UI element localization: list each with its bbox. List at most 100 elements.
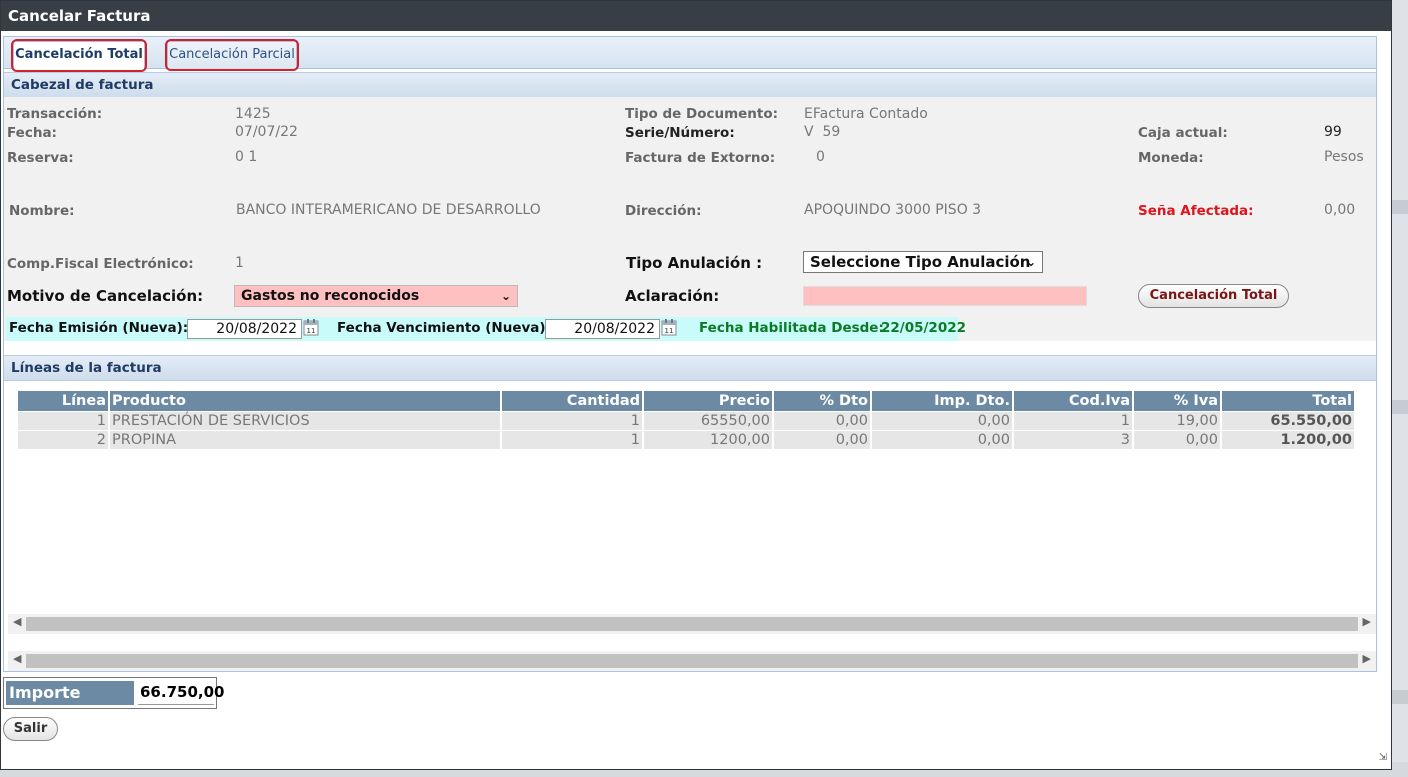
direccion-value: APOQUINDO 3000 PISO 3 <box>804 202 982 218</box>
motivo-label: Motivo de Cancelación: <box>7 287 204 305</box>
fecha-value: 07/07/22 <box>235 124 298 140</box>
sena-afectada-value: 0,00 <box>1324 202 1356 218</box>
comp-fiscal-value: 1 <box>235 255 244 271</box>
column-header-cod-iva[interactable]: Cod.Iva <box>1014 391 1132 411</box>
tipo-documento-value: EFactura Contado <box>804 106 928 122</box>
nombre-label: Nombre: <box>9 203 75 219</box>
tab-bar: Cancelación Total Cancelación Parcial <box>4 37 1376 72</box>
importe-total-value: 66.750,00 <box>138 681 224 705</box>
moneda-label: Moneda: <box>1138 150 1204 166</box>
column-header-imp-dto[interactable]: Imp. Dto. <box>872 391 1012 411</box>
reserva-value: 0 1 <box>235 149 258 165</box>
table-header-row: Línea Producto Cantidad Precio % Dto Imp… <box>18 391 1354 411</box>
reserva-label: Reserva: <box>7 150 74 166</box>
column-header-precio[interactable]: Precio <box>644 391 772 411</box>
invoice-lines-grid: Línea Producto Cantidad Precio % Dto Imp… <box>4 383 1376 643</box>
moneda-value: Pesos <box>1324 149 1364 165</box>
chevron-down-icon: ⌄ <box>500 289 511 303</box>
scroll-right-icon[interactable]: ▶ <box>1363 615 1371 628</box>
transaccion-value: 1425 <box>235 106 271 122</box>
cell-producto: PRESTACIÓN DE SERVICIOS <box>110 411 500 430</box>
column-header-cantidad[interactable]: Cantidad <box>502 391 642 411</box>
tipo-anulacion-label: Tipo Anulación : <box>626 254 763 272</box>
svg-text:11: 11 <box>665 327 674 335</box>
serie-numero-label: Serie/Número: <box>625 125 735 141</box>
grid-horizontal-scrollbar[interactable]: ◀ ▶ <box>8 614 1376 634</box>
column-header-iva[interactable]: % Iva <box>1134 391 1220 411</box>
table-row[interactable]: 1 PRESTACIÓN DE SERVICIOS 1 65550,00 0,0… <box>18 411 1354 430</box>
scrollbar-thumb[interactable] <box>26 617 1358 631</box>
calendar-icon[interactable]: 11 <box>661 318 677 336</box>
cell-total: 65.550,00 <box>1222 411 1354 430</box>
salir-button[interactable]: Salir <box>3 717 58 741</box>
scroll-left-icon[interactable]: ◀ <box>13 615 21 628</box>
invoice-lines-table: Línea Producto Cantidad Precio % Dto Imp… <box>16 391 1356 449</box>
tab-cancelacion-total[interactable]: Cancelación Total <box>11 39 147 72</box>
aclaracion-input[interactable] <box>803 286 1087 306</box>
dialog-content-frame: Cancelación Total Cancelación Parcial Ca… <box>3 36 1377 672</box>
table-row[interactable]: 2 PROPINA 1 1200,00 0,00 0,00 3 0,00 1.2… <box>18 430 1354 449</box>
cell-cod-iva: 3 <box>1014 430 1132 449</box>
cell-imp-dto: 0,00 <box>872 430 1012 449</box>
sena-afectada-label: Seña Afectada: <box>1138 203 1254 219</box>
section-header-cabezal: Cabezal de factura <box>4 72 1376 98</box>
background-window-edge <box>1392 0 1408 777</box>
importe-total-label: Importe Total: <box>6 681 134 726</box>
tipo-documento-label: Tipo de Documento: <box>625 106 779 122</box>
cell-producto: PROPINA <box>110 430 500 449</box>
scrollbar-thumb[interactable] <box>26 654 1358 668</box>
cell-iva: 0,00 <box>1134 430 1220 449</box>
chevron-down-icon: ⌄ <box>1025 255 1036 269</box>
column-header-linea[interactable]: Línea <box>18 391 108 411</box>
svg-text:11: 11 <box>307 327 316 335</box>
fecha-emision-label: Fecha Emisión (Nueva): <box>9 320 189 336</box>
highlight-annotation <box>11 39 147 72</box>
resize-grip-icon[interactable]: ⇲ <box>1379 752 1387 763</box>
cell-linea: 2 <box>18 430 108 449</box>
section-header-lineas: Líneas de la factura <box>4 355 1376 381</box>
factura-extorno-label: Factura de Extorno: <box>625 150 776 166</box>
aclaracion-label: Aclaración: <box>625 287 720 305</box>
fecha-vencimiento-label: Fecha Vencimiento (Nueva): <box>337 320 551 336</box>
scroll-right-icon[interactable]: ▶ <box>1363 652 1371 665</box>
tab-cancelacion-parcial[interactable]: Cancelación Parcial <box>165 39 299 71</box>
direccion-label: Dirección: <box>625 203 702 219</box>
calendar-icon[interactable]: 11 <box>303 318 319 336</box>
fecha-vencimiento-input[interactable]: 20/08/2022 <box>545 319 660 339</box>
caja-actual-value: 99 <box>1324 124 1342 140</box>
cell-dto: 0,00 <box>774 430 870 449</box>
tipo-anulacion-select[interactable]: Seleccione Tipo Anulación ⌄ <box>803 251 1043 273</box>
caja-actual-label: Caja actual: <box>1138 125 1228 141</box>
cell-cantidad: 1 <box>502 430 642 449</box>
frame-horizontal-scrollbar[interactable]: ◀ ▶ <box>8 651 1376 671</box>
highlight-annotation <box>165 39 299 71</box>
column-header-producto[interactable]: Producto <box>110 391 500 411</box>
cell-cod-iva: 1 <box>1014 411 1132 430</box>
fecha-emision-input[interactable]: 20/08/2022 <box>187 319 302 339</box>
cell-imp-dto: 0,00 <box>872 411 1012 430</box>
column-header-dto[interactable]: % Dto <box>774 391 870 411</box>
fecha-habilitada-label: Fecha Habilitada Desde: <box>699 320 884 336</box>
fechas-bar: Fecha Emisión (Nueva): 20/08/2022 11 Fec… <box>6 317 966 341</box>
cell-cantidad: 1 <box>502 411 642 430</box>
motivo-select[interactable]: Gastos no reconocidos ⌄ <box>234 285 518 307</box>
cell-linea: 1 <box>18 411 108 430</box>
fecha-label: Fecha: <box>7 125 57 141</box>
cell-precio: 1200,00 <box>644 430 772 449</box>
factura-extorno-value: 0 <box>816 149 825 165</box>
fecha-habilitada-value: 22/05/2022 <box>881 320 967 336</box>
cell-precio: 65550,00 <box>644 411 772 430</box>
motivo-selected: Gastos no reconocidos <box>241 288 420 304</box>
cell-total: 1.200,00 <box>1222 430 1354 449</box>
dialog-title[interactable]: Cancelar Factura <box>1 1 1391 31</box>
transaccion-label: Transacción: <box>7 106 103 122</box>
serie-numero-value: V 59 <box>804 124 841 140</box>
cancelacion-total-button[interactable]: Cancelación Total <box>1138 284 1289 308</box>
comp-fiscal-label: Comp.Fiscal Electrónico: <box>7 256 194 272</box>
cell-dto: 0,00 <box>774 411 870 430</box>
column-header-total[interactable]: Total <box>1222 391 1354 411</box>
importe-total-box: Importe Total: 66.750,00 <box>3 677 224 726</box>
cell-iva: 19,00 <box>1134 411 1220 430</box>
cancel-invoice-dialog: Cancelar Factura Cancelación Total Cance… <box>0 0 1392 770</box>
scroll-left-icon[interactable]: ◀ <box>13 652 21 665</box>
